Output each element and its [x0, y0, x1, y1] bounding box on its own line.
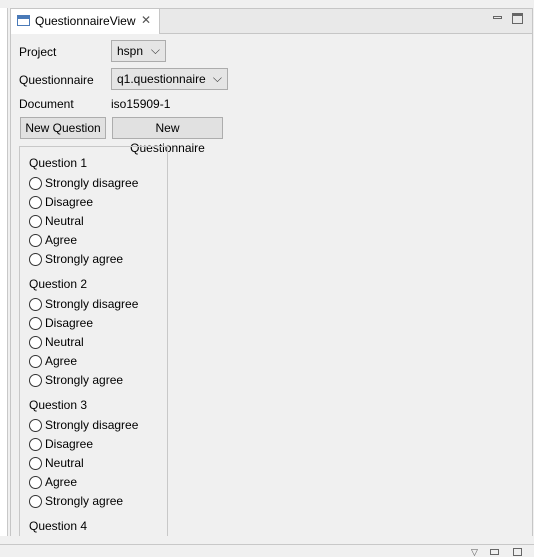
option-label: Strongly agree: [45, 373, 124, 387]
radio-button[interactable]: [29, 476, 42, 489]
radio-button[interactable]: [29, 196, 42, 209]
minimize-icon[interactable]: [490, 549, 499, 555]
radio-option[interactable]: Disagree: [29, 436, 138, 455]
questionnaire-label: Questionnaire: [19, 73, 94, 87]
radio-option[interactable]: Disagree: [29, 194, 138, 213]
chevron-down-icon: ⌵: [150, 43, 160, 57]
question-block: Question 1 Strongly disagree Disagree Ne…: [29, 156, 138, 270]
question-title: Question 1: [29, 156, 88, 170]
new-questionnaire-button[interactable]: New Questionnaire: [112, 117, 223, 155]
radio-option[interactable]: Agree: [29, 353, 138, 372]
radio-button[interactable]: [29, 234, 42, 247]
radio-button[interactable]: [29, 253, 42, 266]
document-label: Document: [19, 97, 74, 111]
radio-button[interactable]: [29, 317, 42, 330]
questionnaire-select-value: q1.questionnaire: [117, 72, 206, 86]
radio-option[interactable]: Strongly disagree: [29, 296, 138, 315]
option-label: Strongly agree: [45, 494, 124, 508]
tab-label: QuestionnaireView: [35, 14, 136, 28]
radio-button[interactable]: [29, 215, 42, 228]
question-title: Question 2: [29, 277, 88, 291]
radio-option[interactable]: Neutral: [29, 213, 138, 232]
document-value: iso15909-1: [111, 97, 171, 111]
option-label: Strongly agree: [45, 252, 124, 266]
radio-option[interactable]: Strongly disagree: [29, 417, 138, 436]
view-tab-bar: QuestionnaireView ✕: [11, 9, 532, 34]
radio-option[interactable]: Neutral: [29, 334, 138, 353]
radio-option[interactable]: Agree: [29, 474, 138, 493]
option-label: Neutral: [45, 335, 84, 349]
question-title: Question 4: [29, 519, 88, 533]
option-label: Disagree: [45, 437, 94, 451]
option-label: Strongly disagree: [45, 418, 139, 432]
question-block: Question 4: [29, 519, 87, 536]
minimize-icon[interactable]: [492, 13, 503, 24]
radio-option[interactable]: Strongly agree: [29, 251, 138, 270]
questions-group: Question 1 Strongly disagree Disagree Ne…: [19, 146, 168, 536]
radio-button[interactable]: [29, 355, 42, 368]
radio-button[interactable]: [29, 298, 42, 311]
radio-option[interactable]: Disagree: [29, 315, 138, 334]
bottom-panel-bar: ▽: [0, 544, 534, 557]
option-label: Strongly disagree: [45, 297, 139, 311]
option-label: Agree: [45, 475, 78, 489]
radio-button[interactable]: [29, 438, 42, 451]
project-select[interactable]: hspn ⌵: [111, 40, 166, 62]
chevron-down-icon: ⌵: [212, 71, 222, 85]
option-label: Agree: [45, 233, 78, 247]
option-label: Neutral: [45, 456, 84, 470]
maximize-icon[interactable]: [512, 13, 523, 24]
questionnaire-view: QuestionnaireView ✕ Project hspn ⌵ Quest…: [10, 8, 533, 536]
option-label: Agree: [45, 354, 78, 368]
view-icon: [17, 15, 30, 26]
option-label: Disagree: [45, 195, 94, 209]
tab-questionnaire-view[interactable]: QuestionnaireView ✕: [11, 9, 160, 34]
option-label: Neutral: [45, 214, 84, 228]
left-panel-edge: [0, 8, 8, 536]
radio-option[interactable]: Strongly agree: [29, 372, 138, 391]
radio-option[interactable]: Neutral: [29, 455, 138, 474]
project-select-value: hspn: [117, 44, 144, 58]
radio-option[interactable]: Strongly agree: [29, 493, 138, 512]
view-content: Project hspn ⌵ Questionnaire q1.question…: [11, 34, 532, 536]
close-icon[interactable]: ✕: [141, 13, 151, 27]
radio-button[interactable]: [29, 495, 42, 508]
question-title: Question 3: [29, 398, 88, 412]
radio-button[interactable]: [29, 336, 42, 349]
questionnaire-select[interactable]: q1.questionnaire ⌵: [111, 68, 228, 90]
radio-option[interactable]: Agree: [29, 232, 138, 251]
maximize-icon[interactable]: [513, 548, 522, 556]
radio-button[interactable]: [29, 177, 42, 190]
radio-button[interactable]: [29, 374, 42, 387]
radio-button[interactable]: [29, 419, 42, 432]
radio-button[interactable]: [29, 457, 42, 470]
project-label: Project: [19, 45, 57, 59]
question-block: Question 3 Strongly disagree Disagree Ne…: [29, 398, 138, 512]
option-label: Strongly disagree: [45, 176, 139, 190]
question-block: Question 2 Strongly disagree Disagree Ne…: [29, 277, 138, 391]
new-question-button[interactable]: New Question: [20, 117, 106, 139]
option-label: Disagree: [45, 316, 94, 330]
radio-option[interactable]: Strongly disagree: [29, 175, 138, 194]
